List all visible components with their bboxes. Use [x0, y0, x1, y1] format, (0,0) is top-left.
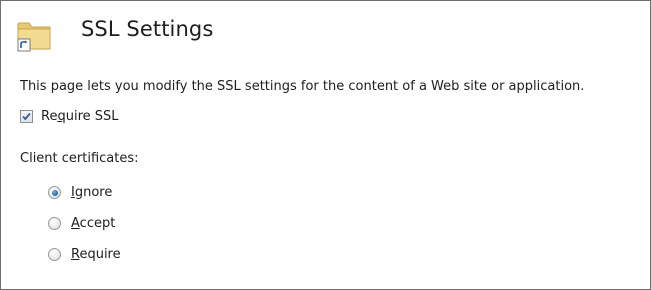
radio-require-label: Require [71, 247, 121, 262]
header: SSL Settings [1, 1, 650, 61]
page-description: This page lets you modify the SSL settin… [20, 79, 585, 94]
radio-accept-label: Accept [71, 216, 116, 231]
require-ssl-checkbox-row[interactable]: Require SSL [20, 109, 119, 124]
radio-require-row[interactable]: Require [48, 247, 121, 262]
folder-shortcut-icon [15, 15, 53, 53]
radio-ignore-label: Ignore [71, 185, 113, 200]
ssl-settings-panel: SSL Settings This page lets you modify t… [0, 0, 651, 290]
page-title: SSL Settings [81, 17, 214, 41]
client-certificates-label: Client certificates: [20, 151, 139, 166]
radio-accept[interactable] [48, 217, 61, 230]
radio-ignore[interactable] [48, 186, 61, 199]
radio-ignore-row[interactable]: Ignore [48, 185, 112, 200]
radio-require[interactable] [48, 248, 61, 261]
require-ssl-checkbox[interactable] [20, 110, 33, 123]
require-ssl-label: Require SSL [41, 109, 119, 124]
radio-accept-row[interactable]: Accept [48, 216, 115, 231]
